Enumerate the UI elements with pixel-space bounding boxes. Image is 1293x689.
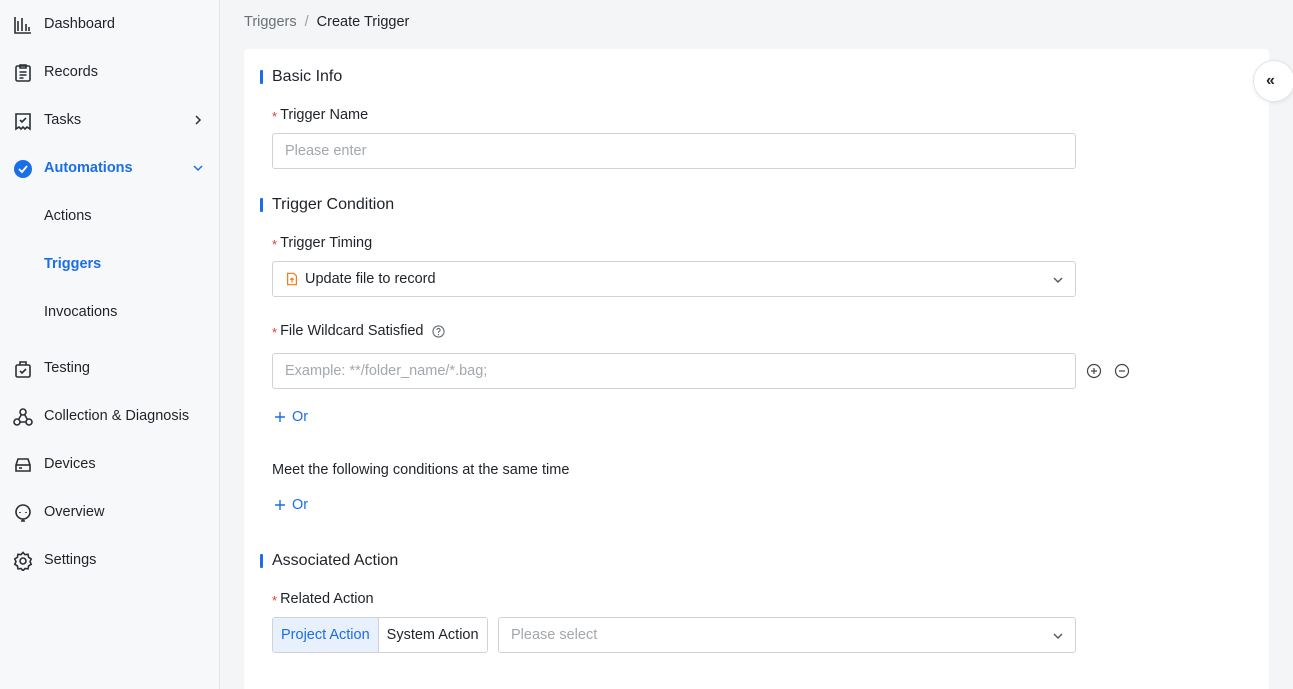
add-wildcard-icon[interactable] [1086, 363, 1102, 379]
chevron-down-icon [1053, 277, 1063, 283]
action-type-toggle: Project Action System Action [272, 617, 488, 653]
section-title-associated-action: Associated Action [260, 551, 398, 571]
diagnosis-icon [12, 406, 34, 428]
related-action-select[interactable]: Please select [498, 617, 1076, 653]
or-label: Or [292, 497, 309, 513]
or-label: Or [292, 409, 309, 425]
required-marker: * [272, 593, 278, 608]
breadcrumb-current: Create Trigger [316, 14, 410, 30]
breadcrumb-separator: / [304, 14, 309, 30]
add-or-condition-button-2[interactable]: Or [274, 497, 308, 513]
sidebar-item-label: Dashboard [44, 16, 115, 32]
required-marker: * [272, 325, 278, 340]
required-marker: * [272, 237, 278, 252]
meet-conditions-text: Meet the following conditions at the sam… [272, 462, 570, 478]
label-text: Related Action [280, 591, 374, 607]
sidebar-item-label: Settings [44, 552, 97, 568]
trigger-timing-select[interactable]: Update file to record [272, 261, 1076, 297]
section-title-basic-info: Basic Info [260, 67, 342, 87]
clipboard-icon [12, 62, 34, 84]
bar-chart-icon [12, 14, 34, 36]
breadcrumb: Triggers / Create Trigger [244, 14, 409, 30]
double-chevron-left-icon: « [1266, 72, 1275, 89]
remove-wildcard-icon[interactable] [1114, 363, 1130, 379]
plus-icon [275, 500, 285, 510]
sidebar-item-automations[interactable]: Automations [0, 148, 219, 188]
field-label-trigger-timing: * Trigger Timing [272, 233, 372, 253]
file-update-icon [287, 272, 297, 286]
robot-icon [12, 502, 34, 524]
sidebar-item-invocations[interactable]: Invocations [0, 292, 219, 332]
label-text: Trigger Timing [280, 235, 373, 251]
breadcrumb-link-triggers[interactable]: Triggers [244, 14, 297, 30]
field-label-file-wildcard: * File Wildcard Satisfied [272, 321, 445, 341]
sidebar-item-label: Tasks [44, 112, 82, 128]
sidebar-item-label: Triggers [44, 256, 102, 272]
sidebar-item-tasks[interactable]: Tasks [0, 100, 219, 140]
sidebar-item-label: Overview [44, 504, 105, 520]
chevron-right-icon [195, 115, 202, 125]
sidebar: Dashboard Records Tasks Automations Acti… [0, 0, 220, 689]
sidebar-item-testing[interactable]: Testing [0, 348, 219, 388]
sidebar-item-overview[interactable]: Overview [0, 492, 219, 532]
device-icon [12, 454, 34, 476]
sidebar-item-settings[interactable]: Settings [0, 540, 219, 580]
gear-icon [12, 550, 34, 572]
chevron-down-icon [1053, 633, 1063, 639]
sidebar-item-label: Actions [44, 208, 92, 224]
plus-icon [275, 412, 285, 422]
trigger-name-input[interactable] [272, 133, 1076, 169]
help-icon[interactable] [431, 324, 445, 338]
related-action-placeholder: Please select [511, 627, 598, 643]
sidebar-item-records[interactable]: Records [0, 52, 219, 92]
add-or-condition-button[interactable]: Or [274, 409, 308, 425]
file-wildcard-input[interactable] [272, 353, 1076, 389]
project-action-tab[interactable]: Project Action [273, 618, 379, 652]
chevron-down-icon [193, 165, 203, 172]
sidebar-item-label: Testing [44, 360, 90, 376]
sidebar-item-label: Collection & Diagnosis [44, 408, 190, 424]
sidebar-item-triggers[interactable]: Triggers [0, 244, 219, 284]
required-marker: * [272, 109, 278, 124]
section-title-trigger-condition: Trigger Condition [260, 195, 394, 215]
sidebar-item-label: Invocations [44, 304, 118, 320]
automation-icon [12, 158, 34, 180]
test-kit-icon [12, 358, 34, 380]
sidebar-item-devices[interactable]: Devices [0, 444, 219, 484]
sidebar-item-label: Automations [44, 160, 133, 176]
collapse-panel-button[interactable]: « [1253, 60, 1293, 102]
sidebar-item-dashboard[interactable]: Dashboard [0, 4, 219, 44]
field-label-related-action: * Related Action [272, 589, 374, 609]
task-list-icon [12, 110, 34, 132]
form-card: Basic Info * Trigger Name Trigger Condit… [244, 49, 1269, 689]
sidebar-item-collection-diagnosis[interactable]: Collection & Diagnosis [0, 396, 219, 436]
trigger-timing-value: Update file to record [305, 271, 436, 287]
sidebar-item-label: Records [44, 64, 98, 80]
sidebar-item-actions[interactable]: Actions [0, 196, 219, 236]
sidebar-item-label: Devices [44, 456, 96, 472]
label-text: Trigger Name [280, 107, 369, 123]
field-label-trigger-name: * Trigger Name [272, 105, 368, 125]
system-action-tab[interactable]: System Action [378, 618, 487, 652]
label-text: File Wildcard Satisfied [280, 323, 424, 339]
